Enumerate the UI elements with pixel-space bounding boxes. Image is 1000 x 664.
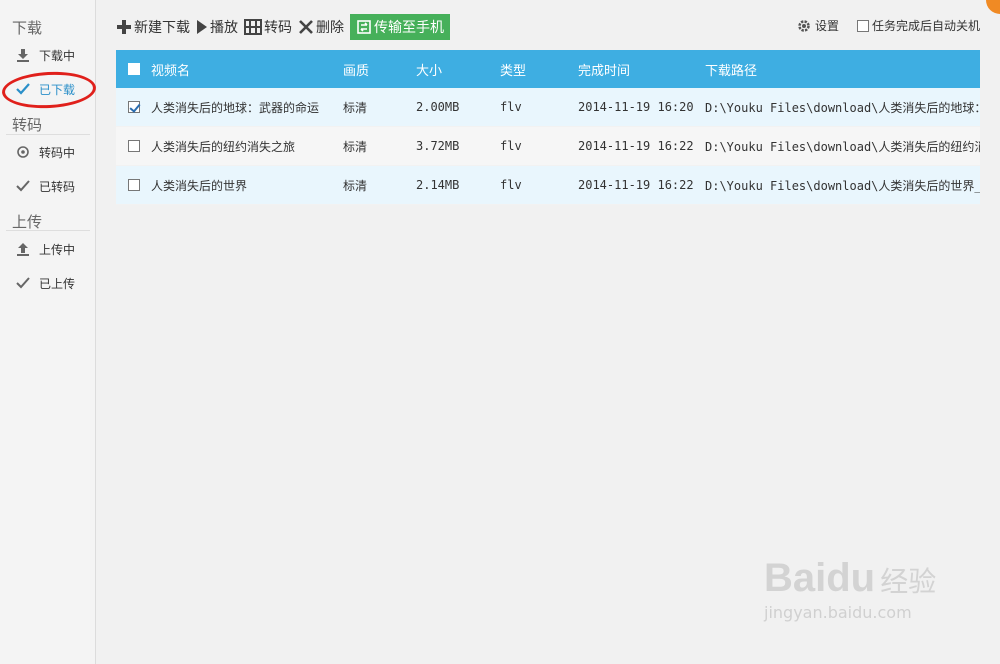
header-type[interactable]: 类型 bbox=[500, 60, 578, 79]
cell-name: 人类消失后的纽约消失之旅 bbox=[151, 139, 296, 154]
check-icon bbox=[14, 274, 32, 292]
sidebar-item-label: 转码中 bbox=[39, 145, 76, 160]
row-checkbox[interactable] bbox=[127, 140, 140, 152]
row-checkbox[interactable] bbox=[127, 101, 140, 113]
transfer-icon bbox=[356, 19, 372, 35]
sidebar-item-transcoded[interactable]: 已转码 bbox=[14, 174, 88, 198]
sidebar-item-label: 已上传 bbox=[39, 276, 76, 291]
watermark-url: jingyan.baidu.com bbox=[764, 603, 912, 622]
table-header: 视频名 画质 大小 类型 完成时间 下载路径 bbox=[116, 50, 980, 88]
transcode-icon bbox=[14, 143, 32, 161]
settings-label: 设置 bbox=[814, 19, 839, 33]
table-row[interactable]: 人类消失后的世界 标清 2.14MB flv 2014-11-19 16:22 … bbox=[116, 166, 980, 205]
watermark-logo: Baidu bbox=[764, 556, 876, 600]
film-icon bbox=[244, 19, 262, 35]
row-checkbox[interactable] bbox=[127, 179, 140, 191]
cell-completed: 2014-11-19 16:22 bbox=[578, 178, 694, 192]
auto-shutdown-label: 任务完成后自动关机 bbox=[871, 19, 980, 33]
sidebar: 下载 下载中 已下载 转码 转码中 已转码 上传 上传中 已上传 bbox=[0, 0, 97, 664]
transcode-label: 转码 bbox=[264, 20, 292, 36]
cell-size: 3.72MB bbox=[416, 139, 460, 153]
sidebar-section-download: 下载 bbox=[12, 19, 43, 37]
delete-button[interactable]: 删除 bbox=[298, 14, 344, 40]
auto-shutdown-toggle[interactable]: 任务完成后自动关机 bbox=[856, 17, 980, 34]
sidebar-item-uploading[interactable]: 上传中 bbox=[14, 237, 88, 261]
new-download-button[interactable]: 新建下载 bbox=[116, 14, 190, 40]
cell-path: D:\Youku Files\download\人类消失后的纽约消失之旅 bbox=[705, 139, 980, 154]
sidebar-item-label: 上传中 bbox=[39, 242, 76, 257]
table-row[interactable]: 人类消失后的纽约消失之旅 标清 3.72MB flv 2014-11-19 16… bbox=[116, 127, 980, 166]
watermark: Baidu 经验 jingyan.baidu.com bbox=[764, 556, 964, 646]
cell-size: 2.00MB bbox=[416, 100, 460, 114]
sidebar-item-downloaded[interactable]: 已下载 bbox=[14, 77, 88, 101]
sidebar-item-label: 下载中 bbox=[39, 48, 76, 63]
cell-quality: 标清 bbox=[343, 178, 368, 193]
downloaded-table: 视频名 画质 大小 类型 完成时间 下载路径 人类消失后的地球：武器的命运 标清… bbox=[116, 50, 980, 208]
cell-size: 2.14MB bbox=[416, 178, 460, 192]
cell-completed: 2014-11-19 16:20 bbox=[578, 100, 694, 114]
play-label: 播放 bbox=[210, 20, 238, 36]
play-button[interactable]: 播放 bbox=[196, 14, 238, 40]
watermark-cn: 经验 bbox=[880, 565, 937, 598]
corner-badge bbox=[986, 0, 1000, 14]
header-completed[interactable]: 完成时间 bbox=[578, 60, 705, 79]
divider bbox=[6, 230, 90, 231]
sidebar-item-transcoding[interactable]: 转码中 bbox=[14, 140, 88, 164]
header-size[interactable]: 大小 bbox=[416, 60, 500, 79]
auto-shutdown-checkbox[interactable] bbox=[856, 19, 869, 32]
cell-path: D:\Youku Files\download\人类消失后的地球：武器的命运 bbox=[705, 100, 980, 115]
header-quality[interactable]: 画质 bbox=[343, 60, 416, 79]
cell-quality: 标清 bbox=[343, 100, 368, 115]
upload-icon bbox=[14, 240, 32, 258]
header-name[interactable]: 视频名 bbox=[151, 60, 343, 79]
check-icon bbox=[14, 177, 32, 195]
cell-name: 人类消失后的地球：武器的命运 bbox=[151, 100, 320, 115]
toolbar: 新建下载 播放 转码 删除 传输至手机 bbox=[116, 14, 456, 40]
toolbar-right: 设置 任务完成后自动关机 bbox=[797, 17, 980, 34]
cell-quality: 标清 bbox=[343, 139, 368, 154]
close-icon bbox=[298, 19, 314, 35]
transcode-button[interactable]: 转码 bbox=[244, 14, 292, 40]
new-download-label: 新建下载 bbox=[134, 20, 190, 36]
cell-type: flv bbox=[500, 139, 522, 153]
play-icon bbox=[196, 19, 208, 35]
cell-path: D:\Youku Files\download\人类消失后的世界_标清 bbox=[705, 178, 980, 193]
cell-completed: 2014-11-19 16:22 bbox=[578, 139, 694, 153]
table-row[interactable]: 人类消失后的地球：武器的命运 标清 2.00MB flv 2014-11-19 … bbox=[116, 88, 980, 127]
settings-button[interactable]: 设置 bbox=[797, 17, 839, 34]
plus-icon bbox=[116, 19, 132, 35]
transfer-to-phone-button[interactable]: 传输至手机 bbox=[350, 14, 450, 40]
transfer-label: 传输至手机 bbox=[374, 20, 444, 36]
cell-type: flv bbox=[500, 100, 522, 114]
delete-label: 删除 bbox=[316, 20, 344, 36]
select-all-checkbox[interactable] bbox=[127, 63, 140, 75]
sidebar-item-downloading[interactable]: 下载中 bbox=[14, 43, 88, 67]
sidebar-item-label: 已下载 bbox=[39, 82, 76, 97]
cell-name: 人类消失后的世界 bbox=[151, 178, 248, 193]
divider bbox=[6, 134, 90, 135]
sidebar-section-upload: 上传 bbox=[12, 213, 43, 231]
header-path[interactable]: 下载路径 bbox=[705, 60, 980, 79]
download-icon bbox=[14, 46, 32, 64]
sidebar-item-uploaded[interactable]: 已上传 bbox=[14, 271, 88, 295]
gear-icon bbox=[797, 19, 811, 33]
cell-type: flv bbox=[500, 178, 522, 192]
check-icon bbox=[14, 80, 32, 98]
sidebar-item-label: 已转码 bbox=[39, 179, 76, 194]
sidebar-section-transcode: 转码 bbox=[12, 116, 43, 134]
